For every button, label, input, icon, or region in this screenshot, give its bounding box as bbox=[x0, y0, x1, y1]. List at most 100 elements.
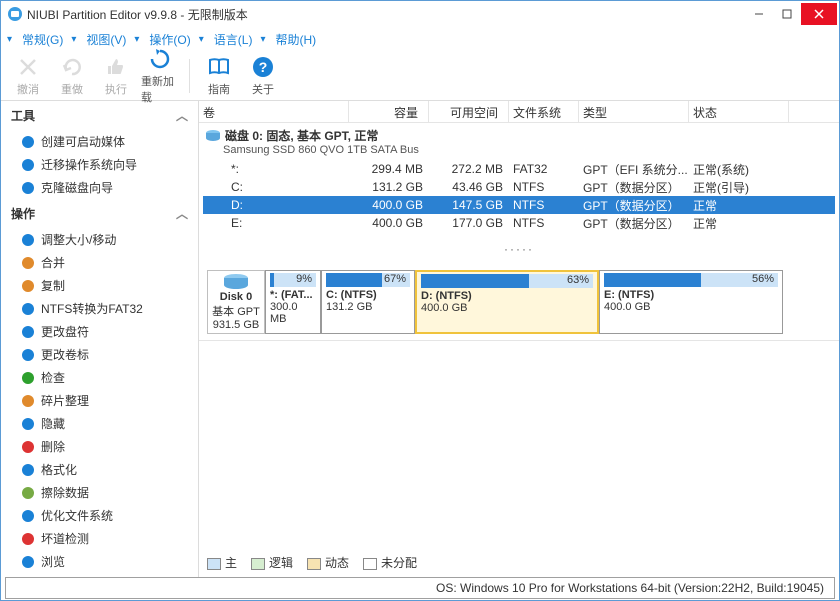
partition-name: C: (NTFS) bbox=[326, 289, 410, 301]
menu-help[interactable]: 帮助(H) bbox=[269, 29, 322, 50]
sidebar-item-label: 删除 bbox=[41, 438, 65, 455]
menu-view[interactable]: 视图(V) bbox=[80, 29, 132, 50]
disk-type: 基本 GPT bbox=[212, 303, 260, 319]
apply-button[interactable]: 执行 bbox=[97, 55, 135, 97]
collapse-icon[interactable]: ︿ bbox=[176, 205, 188, 222]
sidebar-item-label: 优化文件系统 bbox=[41, 507, 113, 524]
statusbar: OS: Windows 10 Pro for Workstations 64-b… bbox=[5, 577, 835, 599]
chevron-down-icon: ▾ bbox=[199, 34, 204, 45]
sidebar-op-convert[interactable]: NTFS转换为FAT32 bbox=[1, 297, 198, 320]
toolbar-separator bbox=[189, 59, 190, 93]
partition-name: *: (FAT... bbox=[270, 289, 316, 301]
sidebar-item-label: 碎片整理 bbox=[41, 392, 89, 409]
undo-button[interactable]: 撤消 bbox=[9, 55, 47, 97]
sidebar-item-label: 更改卷标 bbox=[41, 346, 89, 363]
sidebar-op-defrag[interactable]: 碎片整理 bbox=[1, 389, 198, 412]
sidebar-item-label: 隐藏 bbox=[41, 415, 65, 432]
col-fs[interactable]: 文件系统 bbox=[509, 101, 579, 122]
disk-icon bbox=[222, 273, 250, 291]
sidebar-item-label: 复制 bbox=[41, 277, 65, 294]
redo-button[interactable]: 重做 bbox=[53, 55, 91, 97]
table-row[interactable]: D: 400.0 GB 147.5 GB NTFS GPT（数据分区） 正常 bbox=[203, 196, 835, 214]
maximize-button[interactable] bbox=[773, 3, 801, 25]
minimize-button[interactable] bbox=[745, 3, 773, 25]
menu-general[interactable]: 常规(G) bbox=[16, 29, 69, 50]
reload-icon bbox=[148, 47, 172, 71]
reload-button[interactable]: 重新加载 bbox=[141, 47, 179, 105]
sidebar-op-format[interactable]: 格式化 bbox=[1, 458, 198, 481]
sidebar-tool-media[interactable]: 创建可启动媒体 bbox=[1, 130, 198, 153]
guide-button[interactable]: 指南 bbox=[200, 55, 238, 97]
list-header: 卷 容量 可用空间 文件系统 类型 状态 bbox=[199, 101, 839, 123]
undo-icon bbox=[16, 55, 40, 79]
disk-title[interactable]: 磁盘 0: 固态, 基本 GPT, 正常 bbox=[203, 125, 835, 144]
book-icon bbox=[207, 55, 231, 79]
sidebar-op-delete[interactable]: 删除 bbox=[1, 435, 198, 458]
partition-name: D: (NTFS) bbox=[421, 290, 593, 302]
redo-icon bbox=[60, 55, 84, 79]
tools-header-label: 工具 bbox=[11, 107, 35, 124]
chevron-down-icon: ▾ bbox=[71, 34, 76, 45]
legend: 主 逻辑 动态 未分配 bbox=[199, 548, 839, 577]
partition-block[interactable]: 56% E: (NTFS) 400.0 GB bbox=[599, 270, 783, 334]
main-panel: 卷 容量 可用空间 文件系统 类型 状态 磁盘 0: 固态, 基本 GPT, 正… bbox=[199, 101, 839, 577]
col-type[interactable]: 类型 bbox=[579, 101, 689, 122]
sidebar-op-copy[interactable]: 复制 bbox=[1, 274, 198, 297]
toolbar: 撤消 重做 执行 重新加载 指南 ? 关于 bbox=[1, 51, 839, 101]
col-free[interactable]: 可用空间 bbox=[429, 101, 509, 122]
col-capacity[interactable]: 容量 bbox=[349, 101, 429, 122]
partition-size: 131.2 GB bbox=[326, 301, 410, 313]
partition-block[interactable]: 67% C: (NTFS) 131.2 GB bbox=[321, 270, 415, 334]
sidebar-op-merge[interactable]: 合并 bbox=[1, 251, 198, 274]
sidebar-op-browse[interactable]: 浏览 bbox=[1, 550, 198, 573]
close-button[interactable] bbox=[801, 3, 837, 25]
collapse-icon[interactable]: ︿ bbox=[176, 107, 188, 124]
sidebar-op-hide[interactable]: 隐藏 bbox=[1, 412, 198, 435]
legend-unalloc: 未分配 bbox=[363, 554, 417, 571]
partition-block[interactable]: 9% *: (FAT... 300.0 MB bbox=[265, 270, 321, 334]
sidebar-op-surface[interactable]: 坏道检测 bbox=[1, 527, 198, 550]
table-row[interactable]: *: 299.4 MB 272.2 MB FAT32 GPT（EFI 系统分..… bbox=[203, 160, 835, 178]
hide-icon bbox=[21, 417, 35, 431]
legend-dynamic: 动态 bbox=[307, 554, 349, 571]
media-icon bbox=[21, 135, 35, 149]
sidebar: 工具 ︿ 创建可启动媒体迁移操作系统向导克隆磁盘向导 操作 ︿ 调整大小/移动合… bbox=[1, 101, 199, 577]
chevron-down-icon: ▾ bbox=[7, 34, 12, 45]
sidebar-op-opt[interactable]: 优化文件系统 bbox=[1, 504, 198, 527]
letter-icon bbox=[21, 325, 35, 339]
disk-group: 磁盘 0: 固态, 基本 GPT, 正常 Samsung SSD 860 QVO… bbox=[199, 123, 839, 232]
app-icon bbox=[7, 6, 23, 22]
check-icon bbox=[21, 371, 35, 385]
sidebar-op-props[interactable]: 查看属性 bbox=[1, 573, 198, 577]
convert-icon bbox=[21, 302, 35, 316]
wizard-icon bbox=[21, 158, 35, 172]
sidebar-op-letter[interactable]: 更改盘符 bbox=[1, 320, 198, 343]
sidebar-op-check[interactable]: 检查 bbox=[1, 366, 198, 389]
reload-label: 重新加载 bbox=[141, 73, 179, 105]
sidebar-item-label: 坏道检测 bbox=[41, 530, 89, 547]
menu-language[interactable]: 语言(L) bbox=[208, 29, 259, 50]
partition-block[interactable]: 63% D: (NTFS) 400.0 GB bbox=[415, 270, 599, 334]
sidebar-op-wipe[interactable]: 擦除数据 bbox=[1, 481, 198, 504]
table-row[interactable]: E: 400.0 GB 177.0 GB NTFS GPT（数据分区） 正常 bbox=[203, 214, 835, 232]
surface-icon bbox=[21, 532, 35, 546]
partition-name: E: (NTFS) bbox=[604, 289, 778, 301]
table-row[interactable]: C: 131.2 GB 43.46 GB NTFS GPT（数据分区） 正常(引… bbox=[203, 178, 835, 196]
sidebar-tool-wizard[interactable]: 迁移操作系统向导 bbox=[1, 153, 198, 176]
sidebar-item-label: 格式化 bbox=[41, 461, 77, 478]
about-button[interactable]: ? 关于 bbox=[244, 55, 282, 97]
undo-label: 撤消 bbox=[17, 81, 39, 97]
disk-icon bbox=[205, 129, 221, 143]
sidebar-tool-clone[interactable]: 克隆磁盘向导 bbox=[1, 176, 198, 199]
sidebar-op-resize[interactable]: 调整大小/移动 bbox=[1, 228, 198, 251]
col-volume[interactable]: 卷 bbox=[199, 101, 349, 122]
col-status[interactable]: 状态 bbox=[689, 101, 789, 122]
ops-header-label: 操作 bbox=[11, 205, 35, 222]
sidebar-op-label[interactable]: 更改卷标 bbox=[1, 343, 198, 366]
legend-logical: 逻辑 bbox=[251, 554, 293, 571]
disk-name: Disk 0 bbox=[220, 291, 252, 303]
statusbar-text: OS: Windows 10 Pro for Workstations 64-b… bbox=[436, 581, 824, 595]
partition-size: 400.0 GB bbox=[604, 301, 778, 313]
disk-map-label[interactable]: Disk 0 基本 GPT 931.5 GB bbox=[207, 270, 265, 334]
legend-primary: 主 bbox=[207, 554, 237, 571]
